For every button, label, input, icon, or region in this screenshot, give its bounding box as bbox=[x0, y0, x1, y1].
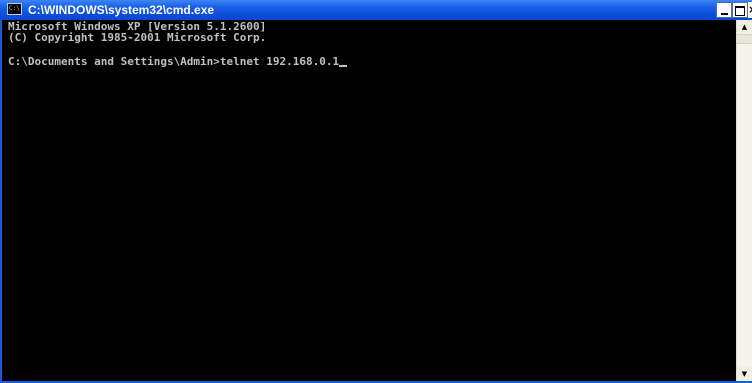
arrow-up-icon: ▲ bbox=[741, 23, 748, 31]
arrow-down-icon: ▼ bbox=[741, 370, 748, 378]
scroll-up-button[interactable]: ▲ bbox=[737, 20, 752, 34]
scroll-thumb[interactable] bbox=[737, 34, 752, 44]
maximize-button[interactable] bbox=[732, 2, 748, 18]
close-icon: × bbox=[748, 3, 752, 16]
scroll-down-button[interactable]: ▼ bbox=[737, 367, 752, 381]
console-command: C:\Documents and Settings\Admin>telnet 1… bbox=[8, 55, 340, 68]
window-title: C:\WINDOWS\system32\cmd.exe bbox=[28, 3, 215, 17]
console-prompt-line[interactable]: C:\Documents and Settings\Admin>telnet 1… bbox=[8, 55, 348, 68]
minimize-icon bbox=[720, 13, 728, 15]
minimize-button[interactable] bbox=[716, 2, 732, 18]
cmd-app-icon-text: C:\ bbox=[9, 5, 20, 12]
text-cursor bbox=[339, 65, 348, 67]
console-output[interactable]: Microsoft Windows XP [Version 5.1.2600] … bbox=[2, 20, 736, 381]
console-line-copyright: (C) Copyright 1985-2001 Microsoft Corp. bbox=[8, 31, 267, 44]
cmd-window: C:\ C:\WINDOWS\system32\cmd.exe × Micros… bbox=[0, 0, 752, 383]
title-bar[interactable]: C:\ C:\WINDOWS\system32\cmd.exe × bbox=[0, 0, 752, 20]
close-button[interactable]: × bbox=[748, 2, 752, 18]
cmd-app-icon[interactable]: C:\ bbox=[7, 3, 22, 15]
maximize-icon bbox=[735, 6, 745, 16]
vertical-scrollbar[interactable]: ▲ ▼ bbox=[736, 20, 752, 381]
